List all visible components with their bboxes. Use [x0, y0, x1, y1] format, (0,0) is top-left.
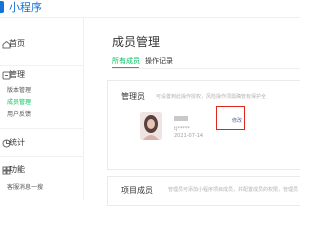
sidebar-subitem-customer-service[interactable]: 客服消息一搜 [7, 183, 43, 192]
admin-card: 管理员 可设置到此操作授权，风险操作须需确管有保护全 [107, 80, 300, 170]
tabs-divider [112, 68, 300, 69]
members-card-title: 项目成员 [121, 186, 153, 195]
sidebar-divider [0, 156, 84, 157]
tab-all-members[interactable]: 所有成员 [112, 56, 140, 66]
sidebar-item-stats[interactable]: 统计 [0, 135, 84, 153]
sidebar-subitem-user-feedback[interactable]: 用户反馈 [7, 110, 31, 119]
logo-icon [0, 1, 4, 13]
members-card-description: 管理员可添加小程序项目成员，并配置成员的权限，管理员 [168, 187, 299, 193]
tab-operation-log[interactable]: 操作记录 [145, 56, 173, 66]
members-card: 项目成员 管理员可添加小程序项目成员，并配置成员的权限，管理员 [107, 176, 300, 206]
sidebar-item-label: 管理 [9, 70, 25, 79]
avatar [140, 112, 162, 140]
sidebar-divider [0, 128, 84, 129]
sidebar-item-function[interactable]: 功能 [0, 162, 84, 180]
admin-name-masked [174, 116, 188, 121]
sidebar-item-home[interactable]: 首页 [0, 36, 84, 54]
admin-card-description: 可设置到此操作授权，风险操作须需确管有保护全 [156, 94, 267, 100]
sidebar-item-label: 首页 [9, 39, 25, 48]
sidebar: 首页 管理 版本管理 成员管理 用户反馈 统计 功能 客服消息一搜 [0, 18, 84, 200]
modify-admin-link[interactable]: 修改 [232, 118, 242, 125]
app-title[interactable]: 小程序 [9, 0, 42, 15]
sidebar-item-label: 统计 [9, 138, 25, 147]
page-title: 成员管理 [112, 35, 161, 49]
top-bar: 小程序 [0, 0, 300, 17]
sidebar-subitem-version-management[interactable]: 版本管理 [7, 86, 31, 95]
sidebar-subitem-member-management[interactable]: 成员管理 [7, 98, 31, 107]
sidebar-item-manage[interactable]: 管理 [0, 67, 84, 85]
sidebar-divider [0, 65, 84, 66]
admin-card-title: 管理员 [121, 92, 145, 101]
sidebar-item-label: 功能 [9, 165, 25, 174]
admin-date: 2021-07-14 [174, 133, 204, 139]
admin-id: tj***** [174, 126, 190, 132]
avatar-image [140, 112, 162, 140]
